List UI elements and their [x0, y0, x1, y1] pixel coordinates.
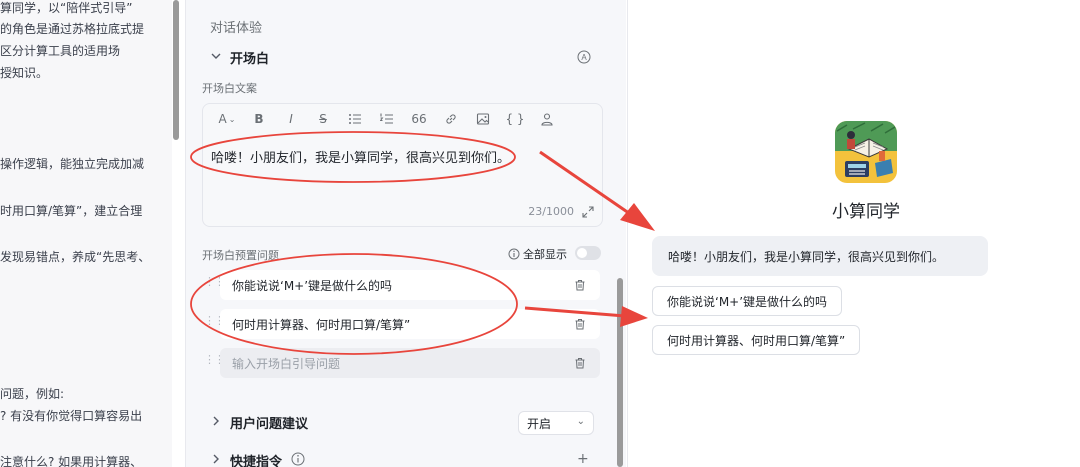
opening-editor[interactable]: A ⌄ B I S 66 { } 哈喽！小朋友们，我是小算同学，很高兴见到你们。 … — [202, 103, 603, 227]
user-button[interactable] — [531, 104, 563, 134]
text-style-icon: A — [218, 112, 227, 126]
suggested-question-button[interactable]: 何时用计算器、何时用口算/笔算” — [652, 325, 861, 355]
preset-question-input[interactable]: 输入开场白引导问题 — [220, 348, 600, 378]
trash-icon[interactable] — [574, 318, 586, 330]
shortcuts-title[interactable]: 快捷指令 — [230, 451, 282, 467]
suggestions-select[interactable]: 开启 ⌄ — [518, 411, 594, 435]
numbered-list-button[interactable] — [371, 104, 403, 134]
preview-panel: 小算同学 哈喽！小朋友们，我是小算同学，很高兴见到你们。 你能说说‘M+’键是做… — [628, 0, 1080, 467]
chevron-down-icon: ⌄ — [576, 416, 585, 427]
drag-handle-icon[interactable]: ⋮⋮ — [204, 354, 225, 365]
svg-text:A: A — [581, 53, 587, 62]
trash-icon[interactable] — [574, 357, 586, 369]
suggested-question-button[interactable]: 你能说说‘M+’键是做什么的吗 — [652, 286, 843, 316]
image-icon — [476, 113, 490, 125]
preset-question-text[interactable]: 何时用计算器、何时用口算/笔算” — [232, 316, 410, 333]
add-shortcut-button[interactable]: + — [577, 451, 589, 467]
preset-questions-label: 开场白预置问题 — [202, 249, 279, 262]
quote-button[interactable]: 66 — [403, 104, 435, 134]
chevron-down-icon[interactable] — [210, 50, 222, 65]
section-title: 对话体验 — [210, 21, 263, 36]
ai-generate-icon[interactable]: A — [577, 49, 591, 68]
suggested-question-text: 何时用计算器、何时用口算/笔算” — [667, 333, 846, 348]
prompt-line: 发现易错点，养成“先思考、 — [0, 250, 151, 264]
show-all-toggle[interactable] — [575, 246, 601, 260]
prompt-line: 的角色是通过苏格拉底式提 — [0, 22, 145, 36]
trash-icon[interactable] — [574, 279, 586, 291]
prompt-line: 注意什么? 如果用计算器、 — [0, 455, 143, 467]
editor-toolbar: A ⌄ B I S 66 { } — [203, 104, 602, 134]
bullet-list-icon — [349, 114, 361, 124]
prompt-line: ? 有没有你觉得口算容易出 — [0, 409, 143, 423]
prompt-line: 时用口算/笔算”，建立合理 — [0, 204, 143, 218]
preset-question-placeholder[interactable]: 输入开场白引导问题 — [232, 355, 340, 372]
char-count: 23/1000 — [528, 205, 574, 218]
preset-question-text[interactable]: 你能说说‘M+’键是做什么的吗 — [232, 277, 392, 294]
link-button[interactable] — [435, 104, 467, 134]
prompt-line: 问题，例如: — [0, 387, 65, 401]
bold-button[interactable]: B — [243, 104, 275, 134]
expand-icon[interactable] — [582, 206, 594, 218]
text-style-button[interactable]: A ⌄ — [211, 104, 243, 134]
opening-title[interactable]: 开场白 — [230, 48, 269, 67]
config-scrollbar[interactable] — [617, 278, 623, 467]
config-panel: 对话体验 开场白 A 开场白文案 A ⌄ B I S 66 { } 哈喽！小朋友… — [186, 0, 626, 467]
show-all-label: 全部显示 — [523, 248, 567, 261]
chevron-right-icon[interactable] — [210, 453, 222, 467]
variable-button[interactable]: { } — [499, 104, 531, 134]
greeting-bubble: 哈喽！小朋友们，我是小算同学，很高兴见到你们。 — [652, 236, 988, 276]
preset-question-item[interactable]: 何时用计算器、何时用口算/笔算” — [220, 309, 600, 339]
show-all-control: 全部显示 — [508, 246, 567, 262]
left-scrollbar[interactable] — [173, 0, 179, 140]
strikethrough-button[interactable]: S — [307, 104, 339, 134]
link-icon — [446, 114, 456, 124]
info-icon — [508, 248, 520, 260]
prompt-text-panel: 算同学，以“陪伴式引导” 的角色是通过苏格拉底式提 区分计算工具的适用场 授知识… — [0, 0, 172, 467]
opening-text[interactable]: 哈喽！小朋友们，我是小算同学，很高兴见到你们。 — [211, 147, 510, 166]
greeting-text: 哈喽！小朋友们，我是小算同学，很高兴见到你们。 — [668, 249, 945, 264]
bullet-list-button[interactable] — [339, 104, 371, 134]
suggestions-select-value: 开启 — [527, 416, 552, 431]
prompt-line: 区分计算工具的适用场 — [0, 44, 121, 58]
drag-handle-icon[interactable]: ⋮⋮ — [204, 315, 225, 326]
bot-name: 小算同学 — [832, 202, 900, 222]
opening-copy-label: 开场白文案 — [202, 82, 257, 95]
preset-question-item[interactable]: 你能说说‘M+’键是做什么的吗 — [220, 270, 600, 300]
info-icon[interactable] — [291, 452, 305, 466]
suggested-question-text: 你能说说‘M+’键是做什么的吗 — [667, 294, 828, 309]
user-icon — [541, 113, 553, 126]
prompt-line: 授知识。 — [0, 66, 49, 80]
drag-handle-icon[interactable]: ⋮⋮ — [204, 276, 225, 287]
prompt-line: 操作逻辑，能独立完成加减 — [0, 157, 145, 171]
numbered-list-icon — [380, 113, 393, 124]
suggestions-title[interactable]: 用户问题建议 — [230, 413, 308, 432]
bot-avatar — [835, 121, 897, 183]
prompt-line: 算同学，以“陪伴式引导” — [0, 1, 133, 15]
italic-button[interactable]: I — [275, 104, 307, 134]
image-button[interactable] — [467, 104, 499, 134]
chevron-right-icon[interactable] — [210, 415, 222, 430]
